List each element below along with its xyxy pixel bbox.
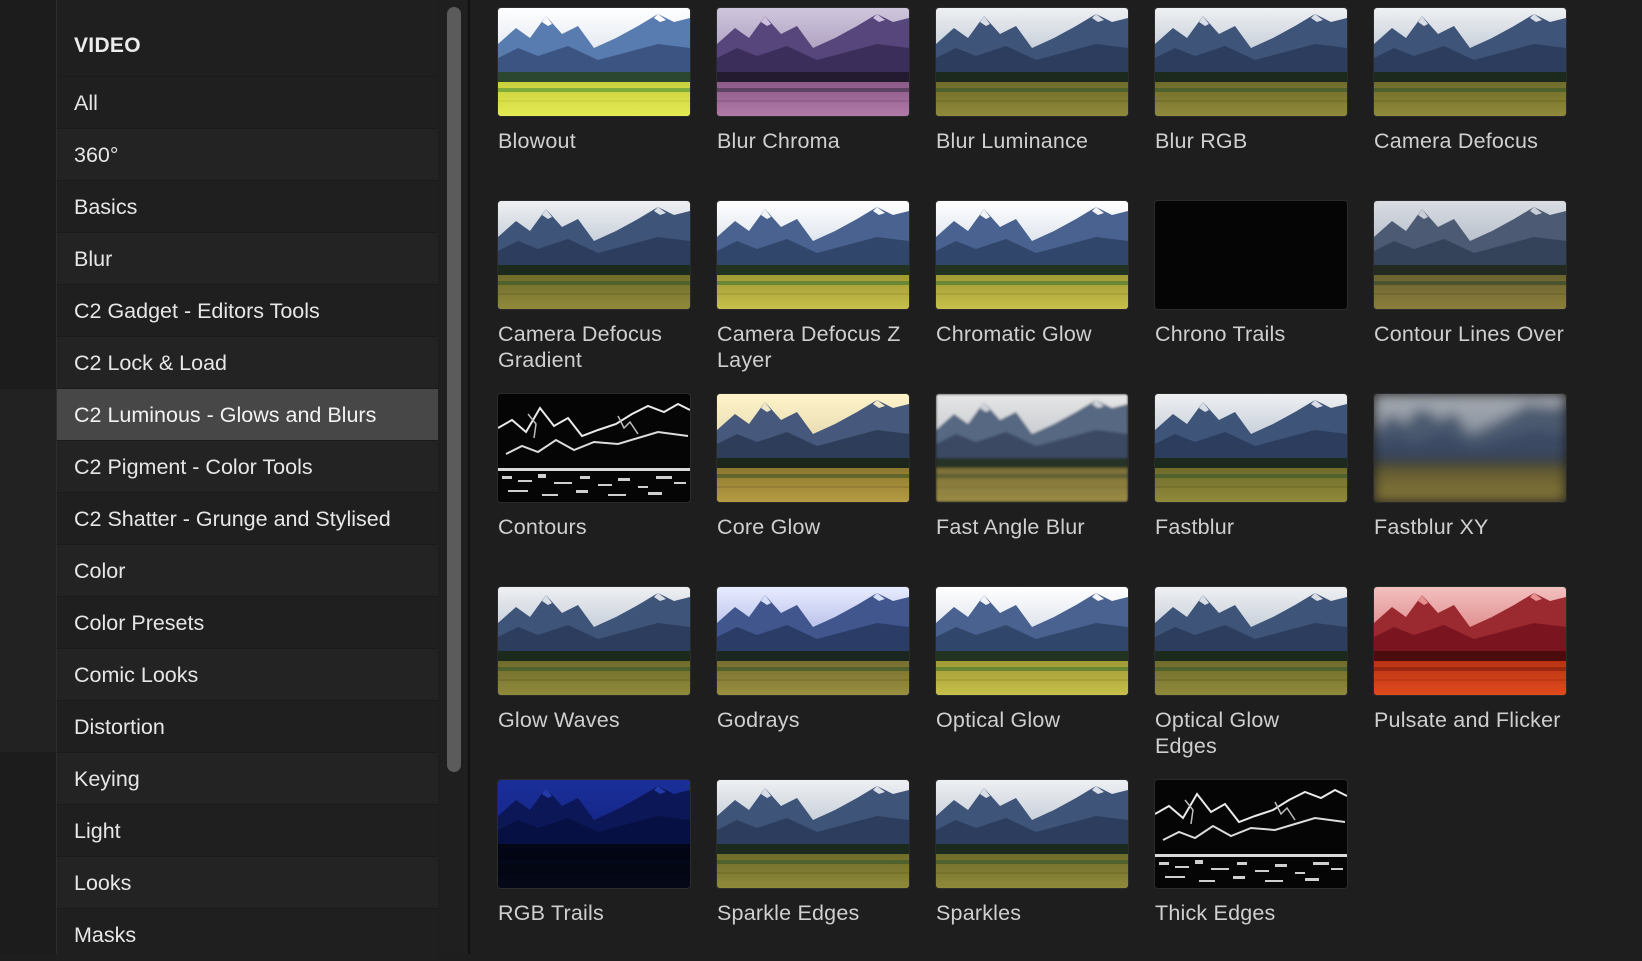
effect-tile[interactable]: Blur Chroma (717, 8, 909, 154)
sidebar-item[interactable]: Color Presets (57, 596, 438, 648)
category-list: All 360° Basics Blur C2 Gadget - Editors Too… (57, 76, 438, 960)
effect-tile[interactable]: Camera Defocus (1374, 8, 1566, 154)
sidebar-item[interactable]: Color (57, 544, 438, 596)
effect-label: Core Glow (717, 515, 821, 539)
effect-thumbnail[interactable] (1374, 587, 1566, 695)
effect-label: Blur Chroma (717, 129, 840, 153)
effect-thumbnail[interactable] (1155, 780, 1347, 888)
effect-thumbnail[interactable] (936, 394, 1128, 502)
effect-label: Sparkle Edges (717, 901, 860, 925)
effect-label: Chrono Trails (1155, 322, 1286, 346)
effect-thumbnail[interactable] (936, 8, 1128, 116)
effect-label: Optical Glow Edges (1155, 708, 1280, 758)
effect-label: Camera Defocus Z Layer (717, 322, 901, 372)
effect-label: Fastblur (1155, 515, 1235, 539)
effect-tile[interactable]: Optical Glow Edges (1155, 587, 1347, 759)
effect-thumbnail[interactable] (717, 780, 909, 888)
effect-label: Camera Defocus Gradient (498, 322, 663, 372)
effect-thumbnail[interactable] (717, 201, 909, 309)
effect-label: Thick Edges (1155, 901, 1276, 925)
effect-tile[interactable]: Camera Defocus Z Layer (717, 201, 909, 373)
effect-label: Blur RGB (1155, 129, 1248, 153)
sidebar-item[interactable]: Light (57, 804, 438, 856)
sidebar-item[interactable]: 360° (57, 128, 438, 180)
effect-tile[interactable]: Sparkles (936, 780, 1128, 926)
effect-label: Blur Luminance (936, 129, 1089, 153)
effect-tile[interactable]: Godrays (717, 587, 909, 733)
effect-label: Contour Lines Over (1374, 322, 1565, 346)
effect-tile[interactable]: Chromatic Glow (936, 201, 1128, 347)
sidebar-heading: VIDEO (74, 34, 141, 57)
effect-tile[interactable]: Fast Angle Blur (936, 394, 1128, 540)
sidebar-item[interactable]: C2 Lock & Load (57, 336, 438, 388)
effect-tile[interactable]: Blur RGB (1155, 8, 1347, 154)
effect-thumbnail[interactable] (498, 780, 690, 888)
sidebar-item[interactable]: C2 Shatter - Grunge and Stylised (57, 492, 438, 544)
sidebar-scroll-thumb[interactable] (447, 7, 461, 772)
effect-label: Optical Glow (936, 708, 1061, 732)
effect-tile[interactable]: Glow Waves (498, 587, 690, 733)
effect-thumbnail[interactable] (936, 587, 1128, 695)
effect-label: Pulsate and Flicker (1374, 708, 1561, 732)
effect-thumbnail[interactable] (717, 587, 909, 695)
effect-thumbnail[interactable] (1374, 394, 1566, 502)
effect-tile[interactable]: Thick Edges (1155, 780, 1347, 926)
effect-thumbnail[interactable] (498, 8, 690, 116)
sidebar-item[interactable]: Blur (57, 232, 438, 284)
effect-thumbnail[interactable] (1155, 394, 1347, 502)
effects-browser: Blowout Blur Chroma Blur Luminance Blur … (470, 0, 1642, 954)
effect-thumbnail[interactable] (1155, 587, 1347, 695)
sidebar-item[interactable]: Basics (57, 180, 438, 232)
effect-label: Camera Defocus (1374, 129, 1539, 153)
effect-tile[interactable]: RGB Trails (498, 780, 690, 926)
effect-tile[interactable]: Contour Lines Over (1374, 201, 1566, 347)
effect-label: Godrays (717, 708, 800, 732)
sidebar-item[interactable]: Keying (57, 752, 438, 804)
effect-label: Contours (498, 515, 587, 539)
effect-tile[interactable]: Chrono Trails (1155, 201, 1347, 347)
effect-label: Fast Angle Blur (936, 515, 1085, 539)
effect-label: Fastblur XY (1374, 515, 1489, 539)
effect-thumbnail[interactable] (936, 201, 1128, 309)
effect-thumbnail[interactable] (498, 201, 690, 309)
effect-thumbnail[interactable] (717, 8, 909, 116)
sidebar-item[interactable]: C2 Luminous - Glows and Blurs (57, 388, 438, 440)
sidebar-scrollbar[interactable] (440, 0, 470, 954)
effect-tile[interactable]: Sparkle Edges (717, 780, 909, 926)
effect-label: RGB Trails (498, 901, 604, 925)
effect-label: Sparkles (936, 901, 1022, 925)
sidebar-item[interactable]: Distortion (57, 700, 438, 752)
category-sidebar: VIDEO All 360° Basics Blur C2 Gadget - Edito… (57, 0, 438, 960)
effect-tile[interactable]: Contours (498, 394, 690, 540)
effect-thumbnail[interactable] (936, 780, 1128, 888)
sidebar-item[interactable]: All (57, 76, 438, 128)
effect-tile[interactable]: Pulsate and Flicker (1374, 587, 1566, 733)
effect-tile[interactable]: Blowout (498, 8, 690, 154)
effect-thumbnail[interactable] (498, 394, 690, 502)
effect-label: Chromatic Glow (936, 322, 1092, 346)
sidebar-item[interactable]: C2 Pigment - Color Tools (57, 440, 438, 492)
sidebar-item[interactable]: Masks (57, 908, 438, 960)
sidebar-item[interactable]: Comic Looks (57, 648, 438, 700)
effect-label: Blowout (498, 129, 576, 153)
effect-label: Glow Waves (498, 708, 620, 732)
left-edge-panel (0, 0, 57, 954)
effect-thumbnail[interactable] (1155, 8, 1347, 116)
effect-tile[interactable]: Core Glow (717, 394, 909, 540)
effect-thumbnail[interactable] (1374, 201, 1566, 309)
effect-thumbnail[interactable] (717, 394, 909, 502)
effect-tile[interactable]: Fastblur XY (1374, 394, 1566, 540)
effect-tile[interactable]: Optical Glow (936, 587, 1128, 733)
effect-thumbnail[interactable] (1155, 201, 1347, 309)
effect-thumbnail[interactable] (498, 587, 690, 695)
effect-tile[interactable]: Blur Luminance (936, 8, 1128, 154)
sidebar-item[interactable]: Looks (57, 856, 438, 908)
effect-tile[interactable]: Camera Defocus Gradient (498, 201, 690, 373)
sidebar-item[interactable]: C2 Gadget - Editors Tools (57, 284, 438, 336)
effect-thumbnail[interactable] (1374, 8, 1566, 116)
effect-tile[interactable]: Fastblur (1155, 394, 1347, 540)
